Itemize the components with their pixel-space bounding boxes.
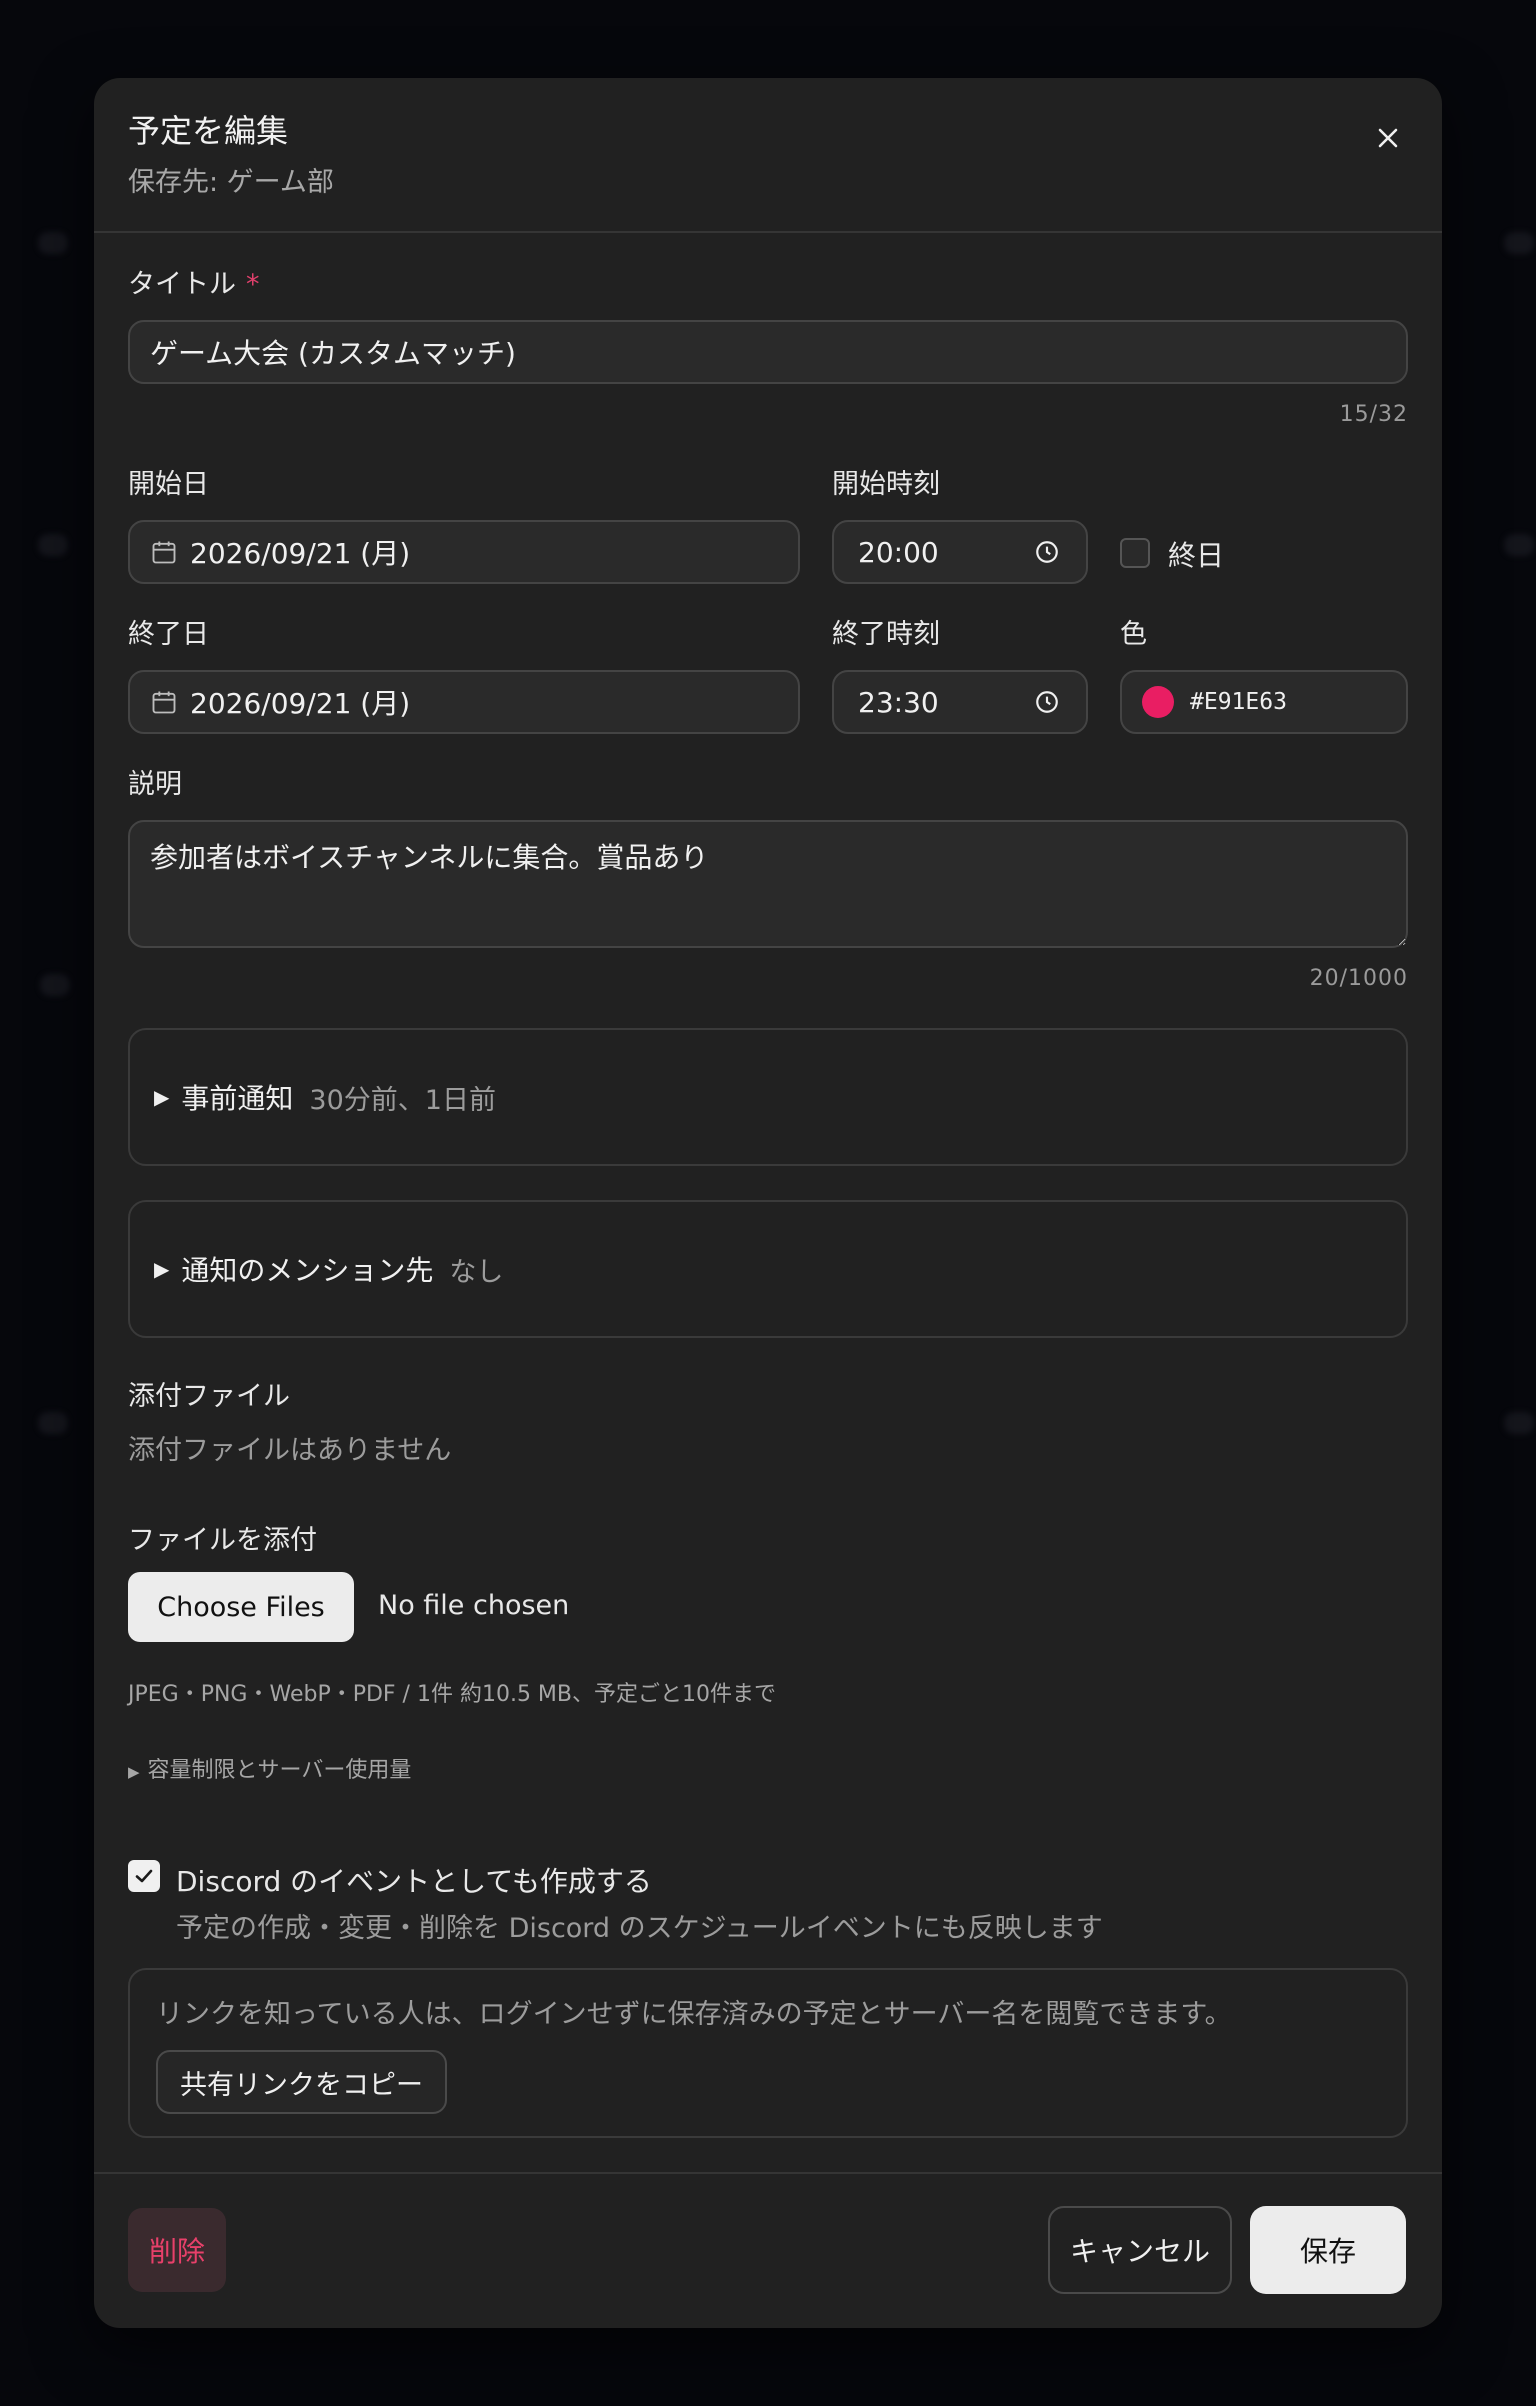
share-info-text: リンクを知っている人は、ログインせずに保存済みの予定とサーバー名を閲覧できます。	[156, 1999, 1232, 2030]
copy-share-link-button[interactable]: 共有リンクをコピー	[156, 2050, 447, 2114]
backdrop-blur	[1504, 1412, 1534, 1434]
start-date-label: 開始日	[128, 469, 209, 500]
mention-target-value: なし	[449, 1256, 504, 1288]
close-button[interactable]	[1368, 118, 1408, 158]
backdrop-blur	[1504, 534, 1534, 556]
attachments-heading: 添付ファイル	[128, 1381, 290, 1412]
advance-notification-toggle[interactable]: ▶ 事前通知 30分前、1日前	[128, 1028, 1408, 1166]
description-label: 説明	[128, 769, 182, 800]
file-limits-text: JPEG・PNG・WebP・PDF / 1件 約10.5 MB、予定ごと10件ま…	[128, 1682, 777, 1707]
end-time-value: 23:30	[858, 685, 939, 719]
attach-file-label: ファイルを添付	[128, 1525, 317, 1556]
title-label: タイトル *	[128, 262, 260, 301]
clock-icon[interactable]	[1034, 689, 1060, 715]
backdrop-blur	[38, 1412, 68, 1434]
edit-event-modal: 予定を編集 保存先: ゲーム部 タイトル * ゲーム大会 (カスタムマッチ) 15…	[94, 78, 1442, 2328]
save-button[interactable]: 保存	[1250, 2206, 1406, 2294]
backdrop-blur	[38, 534, 68, 556]
advance-notification-value: 30分前、1日前	[309, 1084, 496, 1116]
start-time-label: 開始時刻	[832, 469, 940, 500]
mention-target-title: 通知のメンション先	[181, 1254, 434, 1287]
modal-subtitle: 保存先: ゲーム部	[128, 167, 334, 198]
backdrop-blur	[38, 232, 68, 254]
start-time-value: 20:00	[858, 535, 939, 569]
discord-event-help: 予定の作成・変更・削除を Discord のスケジュールイベントにも反映します	[176, 1913, 1103, 1944]
end-date-input[interactable]: 2026/09/21 (月)	[128, 670, 800, 734]
description-counter: 20/1000	[1309, 966, 1408, 991]
start-date-input[interactable]: 2026/09/21 (月)	[128, 520, 800, 584]
no-file-text: No file chosen	[378, 1590, 570, 1621]
close-icon	[1378, 128, 1398, 148]
quota-toggle[interactable]: ▶ 容量制限とサーバー使用量	[128, 1752, 411, 1784]
backdrop-blur	[40, 974, 70, 996]
mention-target-toggle[interactable]: ▶ 通知のメンション先 なし	[128, 1200, 1408, 1338]
share-link-panel: リンクを知っている人は、ログインせずに保存済みの予定とサーバー名を閲覧できます。…	[128, 1968, 1408, 2138]
caret-right-icon: ▶	[154, 1257, 170, 1281]
color-label: 色	[1120, 619, 1147, 650]
title-label-text: タイトル	[128, 269, 236, 300]
caret-right-icon: ▶	[128, 1763, 140, 1781]
start-date-value: 2026/09/21 (月)	[190, 537, 411, 570]
modal-header: 予定を編集 保存先: ゲーム部	[94, 78, 1442, 233]
check-icon	[135, 1869, 153, 1883]
quota-toggle-label: 容量制限とサーバー使用量	[147, 1758, 412, 1783]
end-time-input[interactable]: 23:30	[832, 670, 1088, 734]
end-date-value: 2026/09/21 (月)	[190, 687, 411, 720]
title-input-value: ゲーム大会 (カスタムマッチ)	[150, 337, 516, 370]
modal-footer: 削除 キャンセル 保存	[94, 2172, 1442, 2328]
color-swatch	[1142, 686, 1174, 718]
clock-icon[interactable]	[1034, 539, 1060, 565]
choose-files-button[interactable]: Choose Files	[128, 1572, 354, 1642]
title-input[interactable]: ゲーム大会 (カスタムマッチ)	[128, 320, 1408, 384]
end-time-label: 終了時刻	[832, 619, 940, 650]
modal-title: 予定を編集	[128, 112, 289, 150]
end-date-label: 終了日	[128, 619, 209, 650]
discord-event-label: Discord のイベントとしても作成する	[176, 1865, 652, 1898]
title-counter: 15/32	[1339, 402, 1408, 427]
all-day-label: 終日	[1168, 539, 1225, 572]
discord-event-checkbox[interactable]	[128, 1860, 160, 1892]
description-textarea[interactable]: 参加者はボイスチャンネルに集合。賞品あり	[128, 820, 1408, 948]
caret-right-icon: ▶	[154, 1085, 170, 1109]
color-hex-value: #E91E63	[1190, 689, 1287, 715]
cancel-button[interactable]: キャンセル	[1048, 2206, 1232, 2294]
color-picker[interactable]: #E91E63	[1120, 670, 1408, 734]
start-time-input[interactable]: 20:00	[832, 520, 1088, 584]
calendar-icon	[150, 538, 178, 566]
backdrop-blur	[1504, 232, 1534, 254]
delete-button[interactable]: 削除	[128, 2208, 226, 2292]
advance-notification-title: 事前通知	[181, 1082, 294, 1115]
calendar-icon	[150, 688, 178, 716]
attachments-empty-text: 添付ファイルはありません	[128, 1435, 452, 1466]
required-mark: *	[246, 269, 260, 300]
all-day-checkbox[interactable]	[1120, 538, 1150, 568]
